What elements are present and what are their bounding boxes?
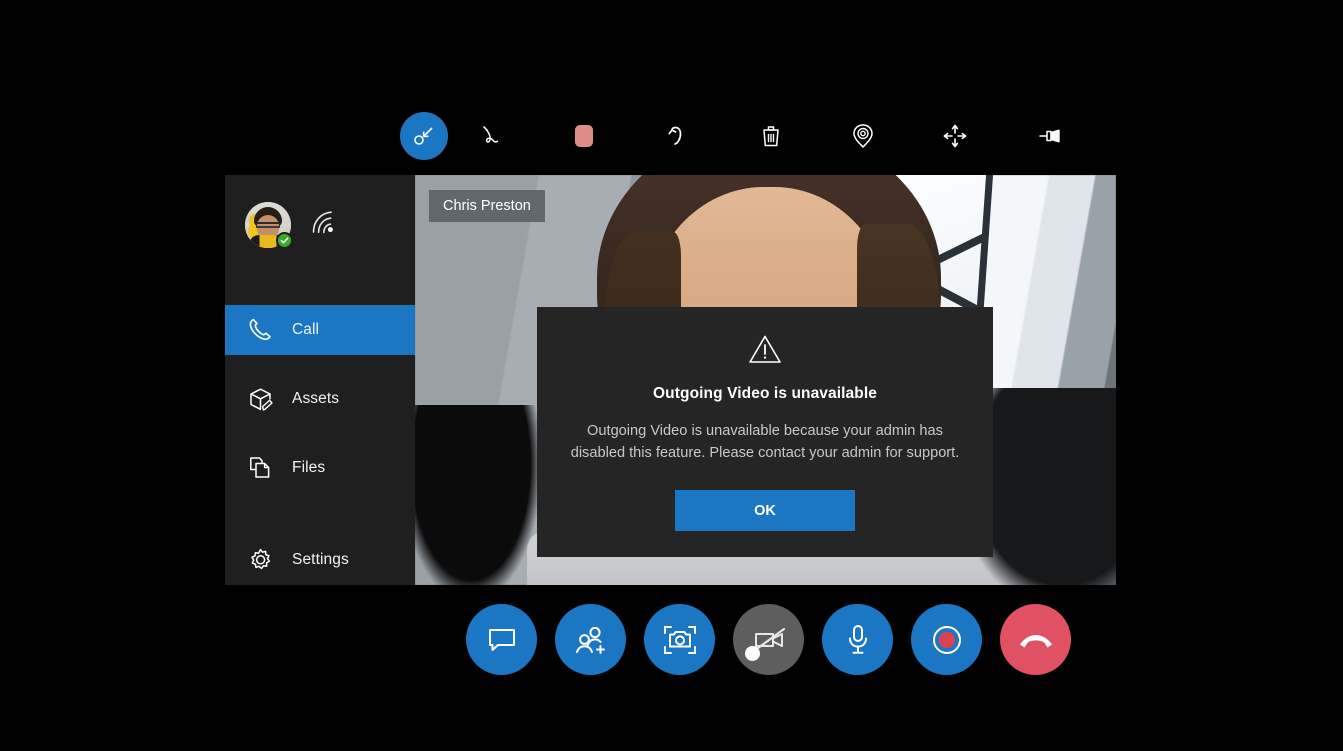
add-participant-button[interactable] — [555, 604, 626, 675]
participant-name-label: Chris Preston — [429, 190, 545, 222]
status-badge — [276, 232, 293, 249]
sidebar-header — [225, 175, 415, 274]
wifi-signal-icon — [309, 208, 339, 241]
chat-button[interactable] — [466, 604, 537, 675]
outgoing-video-unavailable-dialog: Outgoing Video is unavailable Outgoing V… — [537, 307, 993, 557]
gear-icon — [247, 547, 274, 574]
delete-tool-button[interactable] — [747, 112, 795, 160]
assets-box-icon — [247, 386, 274, 413]
dialog-ok-button[interactable]: OK — [675, 490, 855, 531]
sidebar-item-call-label: Call — [292, 321, 319, 339]
color-swatch-icon — [575, 125, 593, 147]
microphone-button[interactable] — [822, 604, 893, 675]
sidebar-item-assets[interactable]: Assets — [225, 375, 415, 425]
sidebar-item-files-label: Files — [292, 459, 325, 477]
pin-tool-button[interactable] — [1026, 112, 1074, 160]
sidebar-item-assets-label: Assets — [292, 390, 339, 408]
sidebar-item-settings-label: Settings — [292, 551, 349, 569]
annotation-toolbar — [400, 104, 1120, 168]
files-copy-icon — [247, 454, 274, 481]
record-button[interactable] — [911, 604, 982, 675]
call-controls-bar — [466, 604, 1071, 675]
dialog-message: Outgoing Video is unavailable because yo… — [570, 420, 960, 464]
warning-triangle-icon — [748, 334, 782, 370]
sidebar-item-settings[interactable]: Settings — [225, 536, 415, 586]
pointer-tool-button[interactable] — [400, 112, 448, 160]
pen-tool-button[interactable] — [467, 112, 515, 160]
avatar[interactable] — [245, 202, 291, 248]
application-root: Call Assets — [0, 0, 1343, 751]
video-foreground-left — [415, 405, 541, 585]
dialog-title: Outgoing Video is unavailable — [653, 385, 877, 403]
video-toggle-button[interactable] — [733, 604, 804, 675]
color-swatch-button[interactable] — [560, 112, 608, 160]
move-tool-button[interactable] — [931, 112, 979, 160]
sidebar: Call Assets — [225, 175, 415, 585]
anchor-tool-button[interactable] — [839, 112, 887, 160]
sidebar-item-files[interactable]: Files — [225, 443, 415, 493]
undo-tool-button[interactable] — [654, 112, 702, 160]
phone-icon — [247, 316, 274, 343]
video-disabled-dot-badge — [745, 646, 760, 661]
snapshot-button[interactable] — [644, 604, 715, 675]
sidebar-item-call[interactable]: Call — [225, 305, 415, 355]
end-call-button[interactable] — [1000, 604, 1071, 675]
